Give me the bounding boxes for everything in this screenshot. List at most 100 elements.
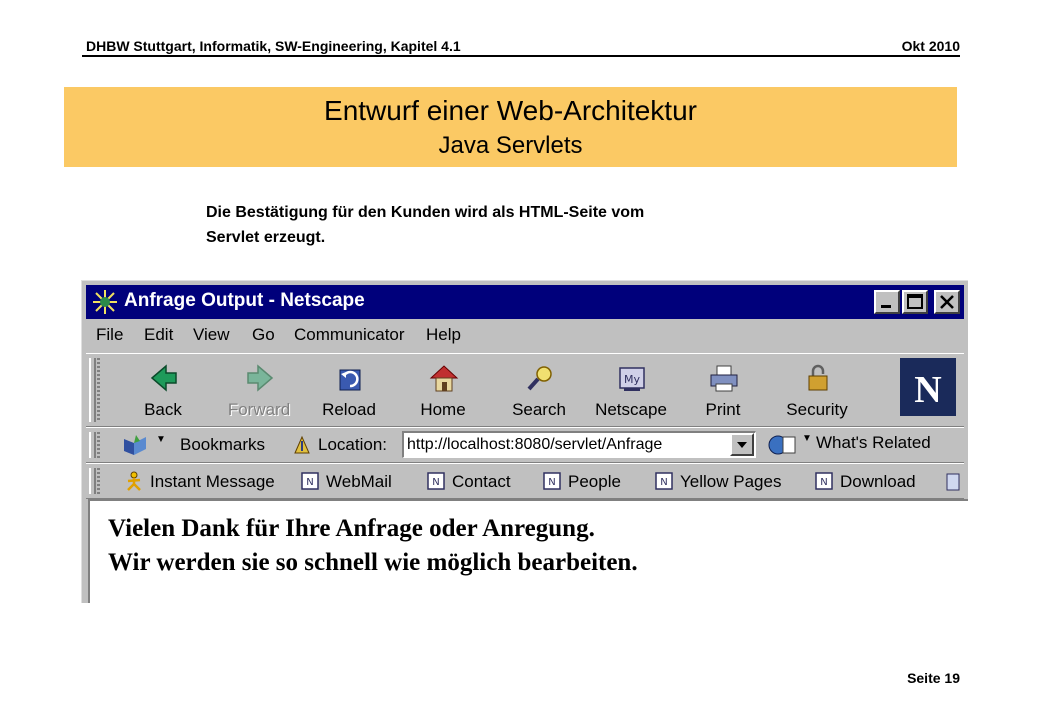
back-button[interactable]: Back [122,358,204,422]
svg-text:N: N [306,477,313,488]
contact-label: Contact [452,472,511,491]
bookmarks-label[interactable]: Bookmarks [180,435,265,455]
security-lock-icon [808,364,828,391]
whats-related-dropdown-indicator: ▼ [802,433,812,444]
yellow-pages-link[interactable]: N Yellow Pages [654,469,804,493]
content-line-1: Vielen Dank für Ihre Anfrage oder Anregu… [108,515,595,542]
slide-subtitle: Java Servlets [438,132,583,159]
netscape-n-logo-icon: N [900,358,956,416]
window-title: Anfrage Output - Netscape [124,290,365,311]
location-label: Location: [318,435,387,454]
svg-text:N: N [548,477,555,488]
reload-button[interactable]: Reload [308,358,390,422]
minimize-button[interactable] [874,290,900,314]
whats-related-label[interactable]: What's Related [816,433,931,453]
intro-line-2: Servlet erzeugt. [206,229,326,246]
instant-message-link[interactable]: Instant Message [124,469,284,493]
netscape-button[interactable]: My Netscape [590,358,672,422]
personal-toolbar: Instant Message N WebMail N Contact N Pe… [86,463,964,499]
url-history-dropdown[interactable] [730,433,754,456]
netscape-label: Netscape [595,400,667,419]
intro-line-1: Die Bestätigung für den Kunden wird als … [206,204,645,221]
location-toolbar: ▼ Bookmarks Location: http://localhost:8… [86,427,964,463]
slide-header-date: Okt 2010 [901,38,960,54]
print-label: Print [705,400,741,419]
contact-link[interactable]: N Contact [426,469,526,493]
location-toolbar-grip[interactable] [89,432,96,458]
toolbar-grip-texture [97,358,100,422]
forward-arrow-icon [247,364,274,392]
home-label: Home [420,400,466,419]
yellow-pages-label: Yellow Pages [680,472,782,491]
minimize-icon [881,305,891,308]
window-titlebar[interactable]: Anfrage Output - Netscape [86,285,964,319]
slide-header-course: DHBW Stuttgart, Informatik, SW-Engineeri… [86,38,461,54]
webmail-link[interactable]: N WebMail [300,469,410,493]
netscape-logo[interactable]: N [900,358,956,416]
webmail-label: WebMail [326,472,392,491]
people-label: People [568,472,621,491]
forward-button[interactable]: Forward [218,358,300,422]
search-button[interactable]: Search [498,358,580,422]
security-label: Security [786,400,848,419]
toolbar-grip[interactable] [89,358,96,422]
search-icon [527,366,552,391]
home-button[interactable]: Home [402,358,484,422]
instant-message-icon [127,471,141,491]
download-link[interactable]: N Download [814,469,934,493]
maximize-icon [907,294,923,309]
back-label: Back [144,400,182,419]
content-line-2: Wir werden sie so schnell wie möglich be… [108,549,638,576]
location-icon [294,435,310,454]
menu-edit[interactable]: Edit [144,325,173,345]
logo-letter: N [914,369,941,411]
people-bookmark-icon: N [543,472,561,490]
download-bookmark-icon: N [815,472,833,490]
search-label: Search [512,400,566,419]
svg-text:My: My [624,373,640,386]
download-label: Download [840,472,916,491]
maximize-button[interactable] [902,290,928,314]
contact-bookmark-icon: N [427,472,445,490]
personal-grip-texture [97,468,100,494]
close-button[interactable] [934,290,960,314]
bookmarks-icon[interactable] [122,433,148,457]
url-text: http://localhost:8080/servlet/Anfrage [407,436,663,453]
more-bookmarks-icon[interactable] [946,472,960,492]
dropdown-arrow-icon [737,442,747,448]
back-arrow-icon [150,364,177,392]
url-input[interactable]: http://localhost:8080/servlet/Anfrage [402,431,756,458]
print-icon [710,365,738,392]
browser-window: Anfrage Output - Netscape File Edit View… [81,280,968,603]
print-button[interactable]: Print [682,358,764,422]
svg-text:N: N [660,477,667,488]
intro-text: Die Bestätigung für den Kunden wird als … [206,200,826,250]
slide-header: DHBW Stuttgart, Informatik, SW-Engineeri… [80,36,960,56]
menu-communicator[interactable]: Communicator [294,325,405,345]
menu-help[interactable]: Help [426,325,461,345]
menu-view[interactable]: View [193,325,230,345]
personal-toolbar-grip[interactable] [89,468,96,494]
svg-text:N: N [432,477,439,488]
home-icon [429,365,459,392]
title-band: Entwurf einer Web-Architektur Java Servl… [64,87,957,167]
webmail-bookmark-icon: N [301,472,319,490]
menu-go[interactable]: Go [252,325,275,345]
page-content: Vielen Dank für Ihre Anfrage oder Anregu… [88,499,968,603]
people-link[interactable]: N People [542,469,642,493]
forward-label: Forward [227,400,291,419]
security-button[interactable]: Security [776,358,858,422]
navigation-toolbar: Back Forward Reload Home Search My Netsc… [86,353,964,427]
header-divider [82,55,960,57]
netscape-icon: My [619,367,645,391]
reload-icon [339,369,361,391]
yellow-pages-bookmark-icon: N [655,472,673,490]
instant-message-label: Instant Message [150,472,275,491]
menu-file[interactable]: File [96,325,123,345]
netscape-app-icon [93,290,117,314]
whats-related-icon[interactable] [768,433,798,457]
page-number: Seite 19 [907,670,960,686]
location-grip-texture [97,432,100,458]
slide-title: Entwurf einer Web-Architektur [324,95,697,126]
svg-text:N: N [820,477,827,488]
